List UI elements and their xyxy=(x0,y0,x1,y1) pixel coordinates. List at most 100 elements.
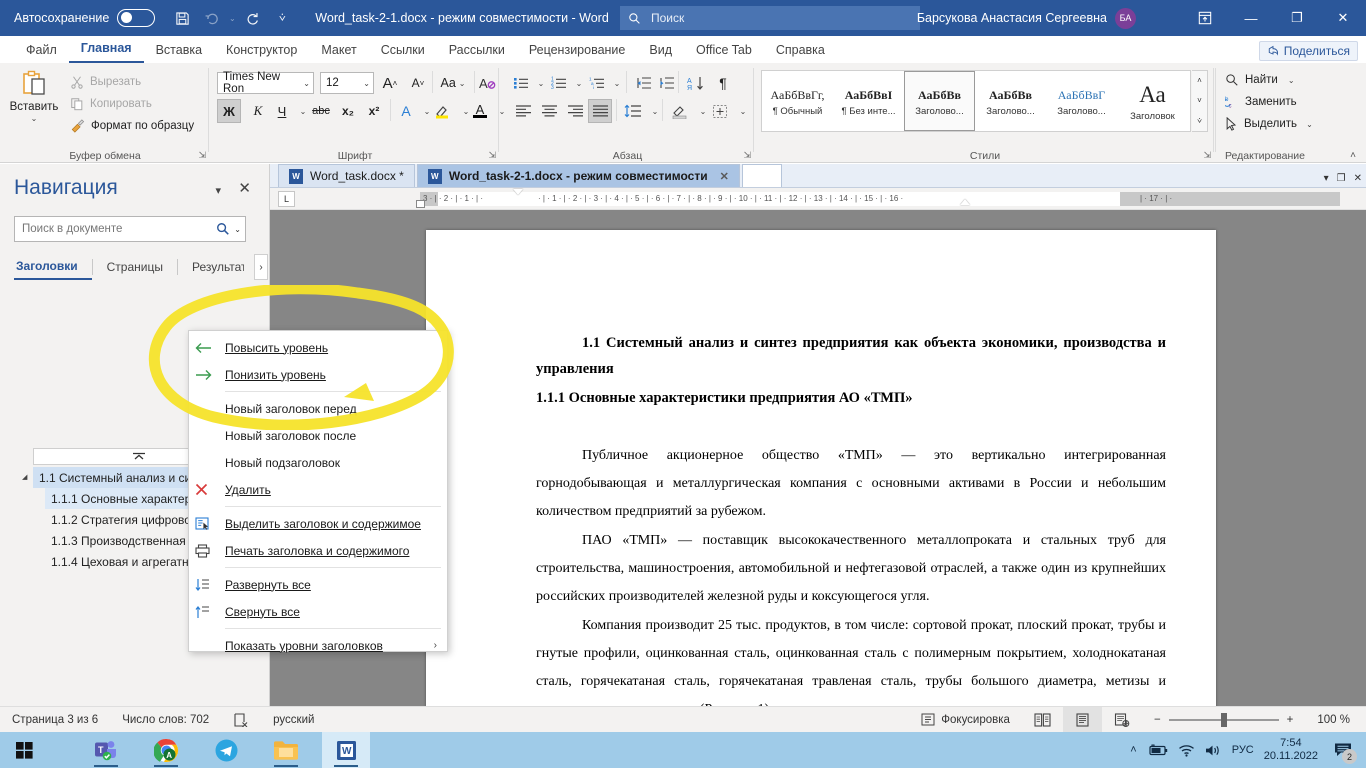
ctx-print-heading-and-content[interactable]: Печать заголовка и содержимого xyxy=(189,537,447,564)
close-icon[interactable]: ✕ xyxy=(720,170,729,183)
line-spacing-icon[interactable] xyxy=(622,99,644,123)
clipboard-dialog-launcher-icon[interactable]: ⇲ xyxy=(198,150,206,161)
ruler-strip[interactable]: 3 · | · 2 · | · 1 · | · · | · 1 · | · 2 … xyxy=(420,192,1340,206)
decrease-indent-icon[interactable] xyxy=(632,71,654,95)
volume-icon[interactable] xyxy=(1205,744,1222,757)
style-item-heading-3[interactable]: АаБбВвГ Заголово... xyxy=(1046,71,1117,131)
tab-pages[interactable]: Страницы xyxy=(93,254,177,280)
align-justify-icon[interactable] xyxy=(588,99,612,123)
left-indent-marker[interactable] xyxy=(416,200,425,208)
proofing-errors-icon[interactable] xyxy=(221,707,261,733)
page-info[interactable]: Страница 3 из 6 xyxy=(0,707,110,733)
ctx-new-heading-after[interactable]: Новый заголовок после xyxy=(189,422,447,449)
borders-icon[interactable] xyxy=(708,99,732,123)
taskbar-teams-icon[interactable]: T xyxy=(82,732,130,768)
tab-mailings[interactable]: Рассылки xyxy=(437,40,517,63)
select-caret-icon[interactable]: ⌄ xyxy=(1306,120,1313,129)
tab-stop-selector[interactable]: L xyxy=(278,191,295,207)
battery-icon[interactable] xyxy=(1147,743,1168,757)
tab-references[interactable]: Ссылки xyxy=(369,40,437,63)
user-account[interactable]: Барсукова Анастасия Сергеевна БА xyxy=(917,0,1136,36)
align-center-icon[interactable] xyxy=(538,99,560,123)
clock[interactable]: 7:54 20.11.2022 xyxy=(1264,737,1318,763)
redo-icon[interactable] xyxy=(237,3,267,33)
autosave-toggle[interactable] xyxy=(117,9,156,27)
style-item-no-spacing[interactable]: АаБбВвI ¶ Без инте... xyxy=(833,71,904,131)
horizontal-ruler[interactable]: L 3 · | · 2 · | · 1 · | · · | · 1 · | · … xyxy=(270,188,1366,210)
style-item-title[interactable]: Аа Заголовок xyxy=(1117,71,1188,131)
ctx-delete[interactable]: Удалить xyxy=(189,476,447,503)
change-case-button[interactable]: Aa ⌄ xyxy=(436,71,470,95)
wifi-icon[interactable] xyxy=(1178,744,1195,757)
numbered-list-icon[interactable]: 123 xyxy=(548,71,570,95)
strikethrough-button[interactable]: abc xyxy=(308,99,334,123)
format-painter-button[interactable]: Формат по образцу xyxy=(70,119,194,133)
paste-button[interactable]: Вставить ⌄ xyxy=(8,69,60,123)
navigation-search-input[interactable]: Поиск в документе ⌄ xyxy=(14,216,246,242)
chevron-down-icon[interactable]: ⌄ xyxy=(234,225,241,234)
superscript-button[interactable]: x² xyxy=(362,99,386,123)
multilevel-list-icon[interactable]: 1ai xyxy=(586,71,608,95)
new-document-tab-button[interactable] xyxy=(741,164,782,187)
windows-start-icon[interactable] xyxy=(0,732,48,768)
minimize-button[interactable]: — xyxy=(1228,0,1274,36)
styles-scrollbar[interactable]: ˄ ˅ ⩒ xyxy=(1192,70,1208,132)
taskbar-chrome-icon[interactable]: A xyxy=(142,732,190,768)
ctx-expand-all[interactable]: Развернуть все xyxy=(189,571,447,598)
bold-button[interactable]: Ж xyxy=(217,99,241,123)
align-left-icon[interactable] xyxy=(512,99,534,123)
ctx-demote[interactable]: Понизить уровень xyxy=(189,361,447,388)
zoom-level[interactable]: 100 % xyxy=(1305,707,1366,733)
save-icon[interactable] xyxy=(167,3,197,33)
notification-icon[interactable]: 2 xyxy=(1328,732,1358,768)
tab-results[interactable]: Результаты xyxy=(178,254,244,280)
subscript-button[interactable]: x₂ xyxy=(336,99,360,123)
restore-icon[interactable]: ❐ xyxy=(1337,173,1346,184)
tab-layout[interactable]: Макет xyxy=(309,40,368,63)
tab-home[interactable]: Главная xyxy=(68,38,144,63)
zoom-in-button[interactable]: + xyxy=(1287,707,1306,733)
word-count[interactable]: Число слов: 702 xyxy=(110,707,221,733)
style-item-heading-1[interactable]: АаБбВв Заголово... xyxy=(904,71,975,131)
font-color-button[interactable]: A xyxy=(468,99,492,123)
font-size-input[interactable]: 12 ⌄ xyxy=(320,72,374,94)
close-icon[interactable]: ✕ xyxy=(1354,173,1362,184)
tab-help[interactable]: Справка xyxy=(764,40,837,63)
print-layout-icon[interactable] xyxy=(1062,706,1102,733)
show-formatting-marks-icon[interactable]: ¶ xyxy=(712,71,734,95)
taskbar-word-icon[interactable]: W xyxy=(322,732,370,768)
chevron-down-icon[interactable]: ▾ xyxy=(215,184,221,197)
sort-icon[interactable]: AЯ xyxy=(684,71,708,95)
chevron-down-icon[interactable]: ⌄ xyxy=(303,79,310,88)
expand-collapse-icon[interactable]: ◢ xyxy=(22,473,27,481)
shading-icon[interactable] xyxy=(668,99,692,123)
ctx-new-subheading[interactable]: Новый подзаголовок xyxy=(189,449,447,476)
ctx-select-heading-and-content[interactable]: Выделить заголовок и содержимое xyxy=(189,510,447,537)
chevron-up-icon[interactable]: ˄ xyxy=(1350,150,1356,161)
ribbon-display-options-icon[interactable] xyxy=(1182,0,1228,36)
increase-indent-icon[interactable] xyxy=(655,71,677,95)
style-item-normal[interactable]: АаБбВвГг, ¶ Обычный xyxy=(762,71,833,131)
chevron-up-icon[interactable]: ˄ xyxy=(1130,744,1136,756)
paste-caret-icon[interactable]: ⌄ xyxy=(8,114,60,123)
tab-file[interactable]: Файл xyxy=(14,40,69,63)
font-dialog-launcher-icon[interactable]: ⇲ xyxy=(488,150,496,161)
search-box[interactable]: Поиск xyxy=(620,6,920,30)
italic-button[interactable]: К xyxy=(246,99,270,123)
keyboard-language[interactable]: РУС xyxy=(1232,744,1254,756)
tab-design[interactable]: Конструктор xyxy=(214,40,309,63)
grow-font-button[interactable]: A ˄ xyxy=(378,71,402,95)
tab-office-tab[interactable]: Office Tab xyxy=(684,40,764,63)
shrink-font-button[interactable]: A ˅ xyxy=(406,71,430,95)
paragraph-dialog-launcher-icon[interactable]: ⇲ xyxy=(743,150,751,161)
undo-caret-icon[interactable]: ⌄ xyxy=(227,3,237,33)
font-name-input[interactable]: Times New Ron ⌄ xyxy=(217,71,314,95)
language-indicator[interactable]: русский xyxy=(261,707,326,733)
zoom-out-button[interactable]: − xyxy=(1142,707,1161,733)
heading-context-menu[interactable]: Повысить уровень Понизить уровень Новый … xyxy=(188,330,448,653)
style-item-heading-2[interactable]: АаБбВв Заголово... xyxy=(975,71,1046,131)
search-icon[interactable] xyxy=(216,222,230,236)
zoom-slider-handle[interactable] xyxy=(1220,712,1227,727)
chevron-down-icon[interactable]: ⌄ xyxy=(363,79,370,88)
zoom-slider[interactable] xyxy=(1168,712,1279,727)
